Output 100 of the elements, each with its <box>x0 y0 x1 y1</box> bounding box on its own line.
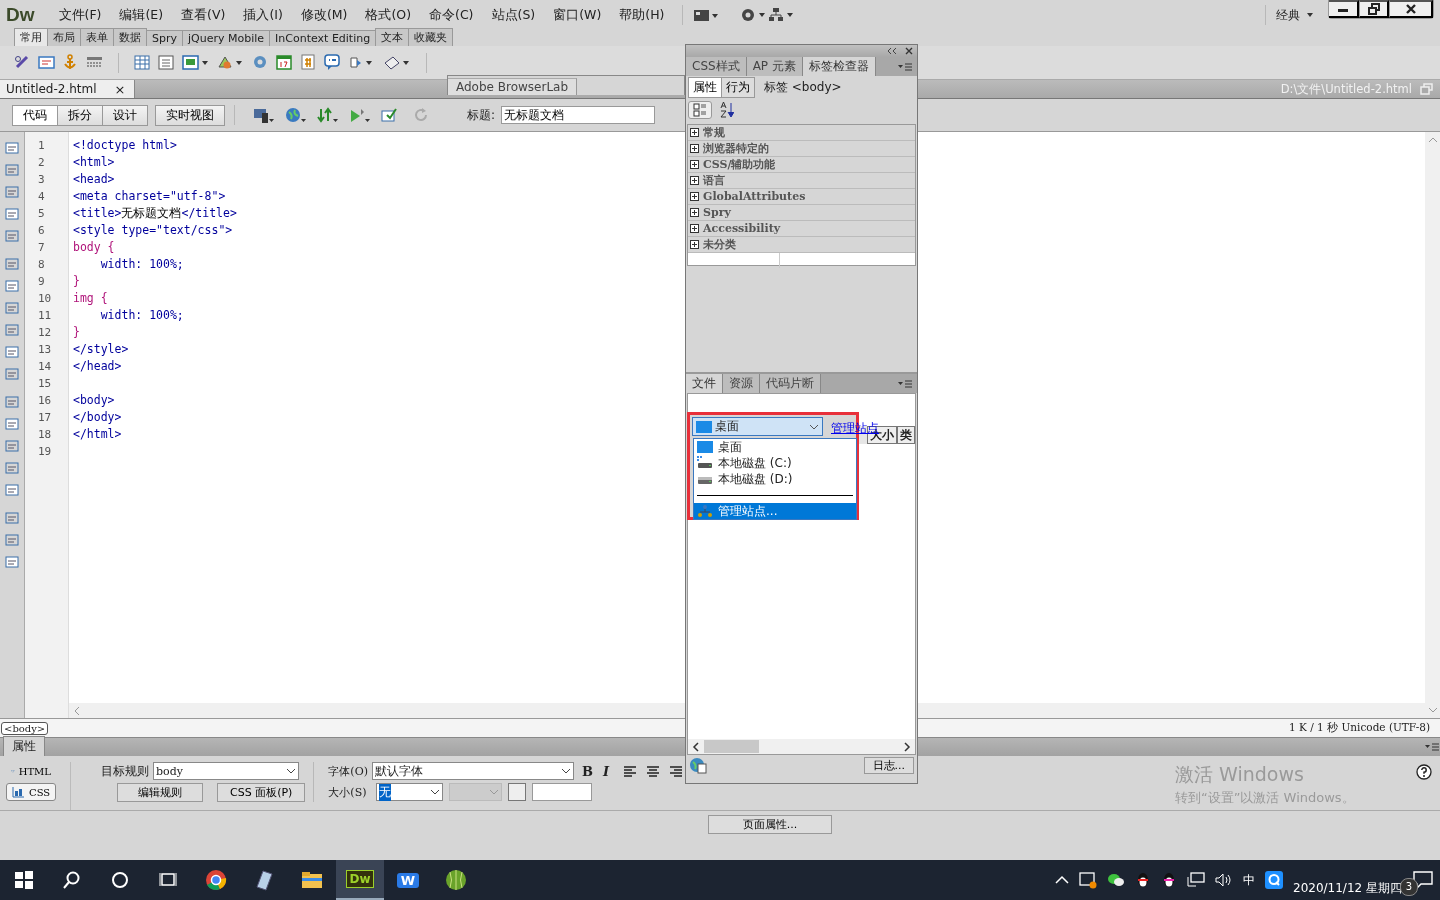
close-icon[interactable] <box>905 47 913 55</box>
chat-icon[interactable] <box>1107 872 1125 888</box>
tag-selector[interactable]: <body> <box>1 721 49 735</box>
sub-tab[interactable]: 行为 <box>721 76 755 98</box>
tab-close-button[interactable]: × <box>112 81 128 97</box>
scroll-right-icon[interactable] <box>903 741 911 752</box>
mode-button[interactable]: CSS <box>6 783 56 801</box>
menu-item[interactable]: 帮助(H) <box>611 6 673 24</box>
panel-menu-icon[interactable] <box>1424 742 1440 752</box>
insert-tab[interactable]: 收藏夹 <box>408 28 454 46</box>
table-icon[interactable] <box>134 54 151 71</box>
sort-icon[interactable] <box>720 101 734 119</box>
volume-icon[interactable] <box>1215 872 1233 888</box>
penguin-icon[interactable] <box>1161 871 1177 889</box>
transfer-icon[interactable] <box>317 107 339 123</box>
globe-icon[interactable] <box>285 107 307 123</box>
panel-menu-icon[interactable] <box>897 61 913 72</box>
penguin-icon[interactable] <box>1135 871 1151 889</box>
target-rule-select[interactable]: body <box>153 762 299 780</box>
insert-tab[interactable]: 布局 <box>47 28 81 46</box>
panel-tab[interactable]: Adobe BrowserLab <box>448 78 578 95</box>
media-icon[interactable] <box>217 54 245 71</box>
align-center-icon[interactable] <box>646 764 661 778</box>
sub-tab[interactable]: 属性 <box>688 76 722 98</box>
panel-tab[interactable]: 代码片断 <box>760 374 821 393</box>
menu-item[interactable]: 修改(M) <box>292 6 356 24</box>
align-left-icon[interactable] <box>623 764 638 778</box>
div-icon[interactable] <box>158 54 175 71</box>
panel-tab[interactable]: 属性 <box>3 736 45 756</box>
insert-tab[interactable]: jQuery Mobile <box>182 30 271 46</box>
category-label[interactable]: Spry <box>703 206 731 219</box>
calendar-icon[interactable] <box>276 54 293 71</box>
multiscreen-icon[interactable] <box>253 107 275 123</box>
panel-tab[interactable]: 资源 <box>723 374 760 393</box>
menu-item[interactable]: 编辑(E) <box>111 6 172 24</box>
taskbar-app[interactable]: Dw <box>336 860 384 900</box>
menu-item[interactable]: 文件(F) <box>50 6 110 24</box>
menu-item[interactable]: 站点(S) <box>483 6 544 24</box>
workspace-switcher[interactable]: 经典 <box>1276 6 1300 24</box>
close-button[interactable] <box>1389 0 1433 18</box>
link-icon[interactable] <box>14 54 31 71</box>
view-button[interactable]: 设计 <box>102 104 148 126</box>
gear-icon[interactable] <box>740 7 767 23</box>
view-button[interactable]: 拆分 <box>57 104 103 126</box>
panel-tab[interactable]: CSS样式 <box>686 57 747 76</box>
italic-button[interactable]: I <box>602 763 610 779</box>
insert-tab[interactable]: 数据 <box>113 28 147 46</box>
mail-icon[interactable] <box>38 54 55 71</box>
menu-item[interactable]: 插入(I) <box>235 6 291 24</box>
category-view-button[interactable] <box>688 101 712 119</box>
dropdown-option[interactable]: 本地磁盘 (C:) <box>694 455 856 471</box>
page-properties-button[interactable]: 页面属性... <box>707 815 833 834</box>
menu-item[interactable]: 格式(O) <box>357 6 419 24</box>
site-select[interactable]: 桌面 <box>692 417 823 436</box>
panel-tab[interactable]: 文件 <box>686 374 723 393</box>
chevron-up-icon[interactable] <box>1055 875 1069 885</box>
globe-icon[interactable] <box>689 756 707 774</box>
insert-tab[interactable]: Spry <box>146 30 183 46</box>
insert-tab[interactable]: 文本 <box>375 28 410 46</box>
dropdown-option[interactable]: 桌面 <box>694 439 856 455</box>
edit-rule-button[interactable]: 编辑规则 <box>117 783 203 802</box>
size-select[interactable]: 无 <box>376 783 444 801</box>
css-panel-button[interactable]: CSS 面板(P) <box>217 783 306 802</box>
input-method-indicator[interactable]: 中 <box>1243 871 1255 889</box>
view-button[interactable]: 代码 <box>12 104 58 126</box>
sync-icon[interactable] <box>1079 871 1097 889</box>
sitemap-icon[interactable] <box>768 7 795 23</box>
insert-tab[interactable]: 表单 <box>80 28 114 46</box>
color-picker[interactable] <box>508 783 527 801</box>
restore-button[interactable] <box>1359 0 1389 18</box>
title-field[interactable]: 无标题文档 <box>501 106 656 124</box>
image-icon[interactable] <box>182 54 210 71</box>
comment-icon[interactable] <box>324 54 341 71</box>
panel-tab[interactable]: 标签检查器 <box>802 57 876 76</box>
scrollbar-thumb[interactable] <box>704 740 759 753</box>
menu-item[interactable]: 命令(C) <box>421 6 482 24</box>
category-label[interactable]: 常规 <box>703 125 725 140</box>
panel-tab[interactable]: AP 元素 <box>746 57 803 76</box>
insert-tab[interactable]: InContext Editing <box>269 30 377 46</box>
panel-menu-icon[interactable] <box>897 378 913 389</box>
play-icon[interactable] <box>349 107 371 123</box>
help-icon[interactable] <box>1416 764 1432 780</box>
color-field[interactable] <box>532 783 593 801</box>
network-icon[interactable] <box>1187 872 1205 888</box>
align-right-icon[interactable] <box>669 764 684 778</box>
server-include-icon[interactable] <box>300 54 317 71</box>
dropdown-option[interactable]: 本地磁盘 (D:) <box>694 471 856 487</box>
insert-tab[interactable]: 常用 <box>14 28 48 46</box>
document-tab[interactable]: Untitled-2.html × <box>0 80 135 98</box>
caret-icon[interactable] <box>1306 11 1314 19</box>
scroll-left-icon[interactable] <box>692 741 700 752</box>
layout-icon[interactable] <box>693 8 720 22</box>
dropdown-option[interactable]: 管理站点... <box>694 503 856 519</box>
taskbar-app[interactable]: W <box>384 860 432 900</box>
minimize-button[interactable] <box>1329 0 1359 18</box>
mode-button[interactable]: HTML <box>6 762 56 780</box>
menu-item[interactable]: 查看(V) <box>173 6 234 24</box>
log-button[interactable]: 日志... <box>863 756 914 774</box>
menu-item[interactable]: 窗口(W) <box>545 6 610 24</box>
clock-date[interactable]: 2020/11/12 星期四 <box>1293 879 1402 897</box>
